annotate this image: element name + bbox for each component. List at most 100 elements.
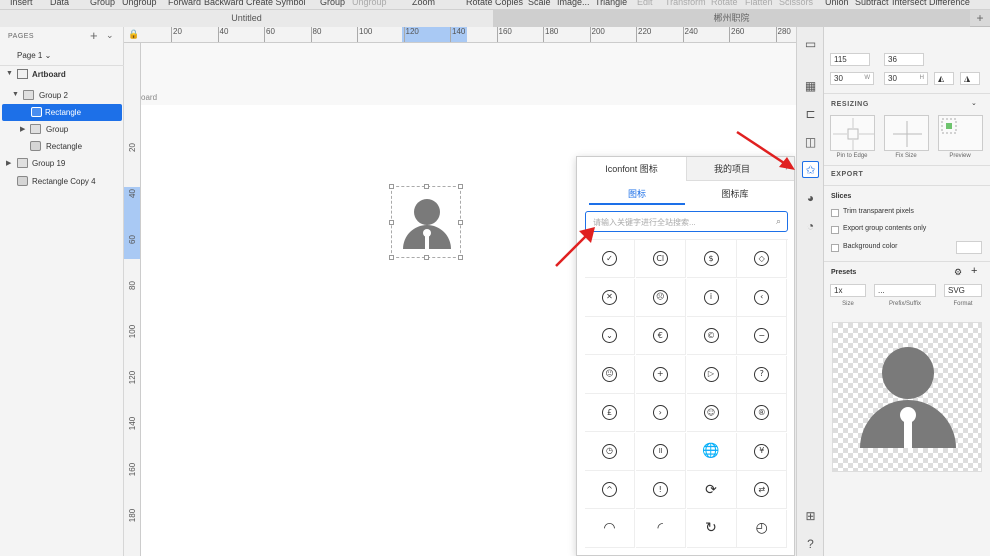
- subtab-icons[interactable]: 图标: [589, 187, 685, 200]
- layer-group-19[interactable]: ▶ Group 19: [0, 155, 124, 172]
- icon-cell[interactable]: ◷: [585, 432, 635, 471]
- icon-cell[interactable]: ✕: [585, 278, 635, 317]
- width-field[interactable]: 30 W: [830, 72, 874, 85]
- add-preset-button[interactable]: +: [971, 265, 977, 277]
- layer-group[interactable]: ▶ Group: [0, 121, 124, 138]
- icon-cell[interactable]: £: [585, 394, 635, 432]
- new-tab-button[interactable]: +: [970, 10, 990, 27]
- flip-vertical-button[interactable]: ◮: [960, 72, 980, 85]
- toolbar-item[interactable]: Group: [320, 0, 345, 7]
- toolbar-item[interactable]: Create Symbol: [246, 0, 306, 7]
- icon-cell[interactable]: ☺: [686, 394, 737, 432]
- icon-cell[interactable]: ¥: [737, 432, 788, 471]
- toolbar-item[interactable]: Scale: [528, 0, 551, 7]
- resize-handle[interactable]: [458, 220, 463, 225]
- toolbar-item[interactable]: Intersect: [892, 0, 927, 7]
- grid-icon[interactable]: ▦: [802, 77, 819, 94]
- icon-cell[interactable]: ›: [635, 394, 686, 432]
- icon-cell[interactable]: ©: [686, 317, 737, 355]
- background-color-swatch[interactable]: [956, 241, 982, 254]
- toolbar-item[interactable]: Transform: [665, 0, 706, 7]
- fix-size-box[interactable]: [884, 115, 929, 151]
- size-select[interactable]: 1x: [830, 284, 866, 297]
- layer-artboard[interactable]: ▼ Artboard: [0, 66, 124, 83]
- layer-rectangle-selected[interactable]: Rectangle: [2, 104, 122, 121]
- y-field[interactable]: 36: [884, 53, 924, 66]
- icon-cell[interactable]: ॥: [635, 432, 686, 471]
- icon-cell[interactable]: ‹: [737, 278, 788, 317]
- icon-cell[interactable]: ?: [737, 355, 788, 394]
- icon-cell[interactable]: +: [635, 355, 686, 394]
- gift-icon[interactable]: ⊞: [802, 507, 819, 524]
- resize-handle[interactable]: [389, 184, 394, 189]
- flip-horizontal-button[interactable]: ◭: [934, 72, 954, 85]
- icon-cell[interactable]: −: [737, 317, 788, 355]
- icon-cell[interactable]: ↻: [686, 509, 737, 548]
- layout-icon[interactable]: ◫: [802, 133, 819, 150]
- icon-cell[interactable]: Cl: [635, 240, 686, 278]
- toolbar-item[interactable]: Difference: [929, 0, 970, 7]
- icon-cell[interactable]: ^: [585, 471, 635, 509]
- toolbar-item[interactable]: Rotate: [711, 0, 738, 7]
- trim-checkbox[interactable]: [831, 209, 839, 217]
- layer-rectangle[interactable]: Rectangle: [0, 138, 124, 155]
- icon-cell[interactable]: !: [635, 471, 686, 509]
- horizontal-ruler[interactable]: 2040608010012014016018020022024026028030…: [124, 27, 796, 43]
- align-icon[interactable]: ⊏: [802, 105, 819, 122]
- resize-handle[interactable]: [389, 220, 394, 225]
- toolbar-item[interactable]: Scissors: [779, 0, 813, 7]
- preview-box[interactable]: [938, 115, 983, 151]
- toolbar-item[interactable]: Ungroup: [352, 0, 387, 7]
- icon-cell[interactable]: ◇: [737, 240, 788, 278]
- card-icon[interactable]: ▭: [802, 35, 819, 52]
- resize-handle[interactable]: [458, 184, 463, 189]
- icon-cell[interactable]: ◠: [585, 509, 635, 548]
- toolbar-item[interactable]: Triangle: [595, 0, 627, 7]
- format-select[interactable]: SVG: [944, 284, 982, 297]
- chevron-down-icon[interactable]: ⌄: [971, 99, 977, 107]
- toolbar-item[interactable]: Subtract: [855, 0, 889, 7]
- iconfont-plugin-icon[interactable]: ✩: [802, 161, 819, 178]
- expand-arrow-icon[interactable]: ▼: [6, 70, 13, 77]
- artboard-label[interactable]: oard: [141, 93, 157, 102]
- icon-cell[interactable]: ◴: [737, 509, 788, 548]
- icon-search-input[interactable]: 请输入关键字进行全站搜索... ⌕: [585, 211, 788, 232]
- search-icon[interactable]: ⌕: [776, 216, 781, 227]
- toolbar-item[interactable]: Rotate Copies: [466, 0, 523, 7]
- tab-iconfont[interactable]: Iconfont 图标: [577, 157, 687, 181]
- icon-cell[interactable]: ◜: [635, 509, 686, 548]
- toolbar-item[interactable]: Backward: [204, 0, 244, 7]
- selected-user-icon[interactable]: [389, 184, 463, 260]
- x-field[interactable]: 115: [830, 53, 870, 66]
- chart-icon[interactable]: ◔: [802, 217, 819, 234]
- toolbar-item[interactable]: Ungroup: [122, 0, 157, 7]
- resize-handle[interactable]: [389, 255, 394, 260]
- subtab-icon-library[interactable]: 图标库: [687, 187, 783, 200]
- height-field[interactable]: 30 H: [884, 72, 928, 85]
- toolbar-item[interactable]: Data: [50, 0, 69, 7]
- resize-handle[interactable]: [424, 184, 429, 189]
- resize-handle[interactable]: [424, 255, 429, 260]
- toolbar-item[interactable]: Group: [90, 0, 115, 7]
- background-color-checkbox[interactable]: [831, 244, 839, 252]
- icon-cell[interactable]: ⇄: [737, 471, 788, 509]
- icon-cell[interactable]: ▷: [686, 355, 737, 394]
- icon-cell[interactable]: 🌐: [686, 432, 737, 471]
- page-selector[interactable]: Page 1 ⌄: [17, 51, 51, 60]
- settings-icon[interactable]: ⚙: [954, 267, 962, 278]
- icon-cell[interactable]: ☹: [635, 278, 686, 317]
- prefix-suffix-select[interactable]: ...: [874, 284, 936, 297]
- icon-cell[interactable]: €: [635, 317, 686, 355]
- toolbar-item[interactable]: Zoom: [412, 0, 435, 7]
- pin-to-edge-box[interactable]: [830, 115, 875, 151]
- layer-rectangle-copy-4[interactable]: Rectangle Copy 4: [0, 173, 124, 190]
- toolbar-item[interactable]: Edit: [637, 0, 653, 7]
- toolbar-item[interactable]: Flatten: [745, 0, 773, 7]
- toolbar-item[interactable]: Insert: [10, 0, 33, 7]
- export-group-checkbox[interactable]: [831, 226, 839, 234]
- expand-arrow-icon[interactable]: ▼: [12, 91, 19, 98]
- icon-cell[interactable]: ⌄: [585, 317, 635, 355]
- icon-cell[interactable]: 😐: [585, 355, 635, 394]
- layer-group-2[interactable]: ▼ Group 2: [0, 87, 124, 104]
- toolbar-item[interactable]: Forward: [168, 0, 201, 7]
